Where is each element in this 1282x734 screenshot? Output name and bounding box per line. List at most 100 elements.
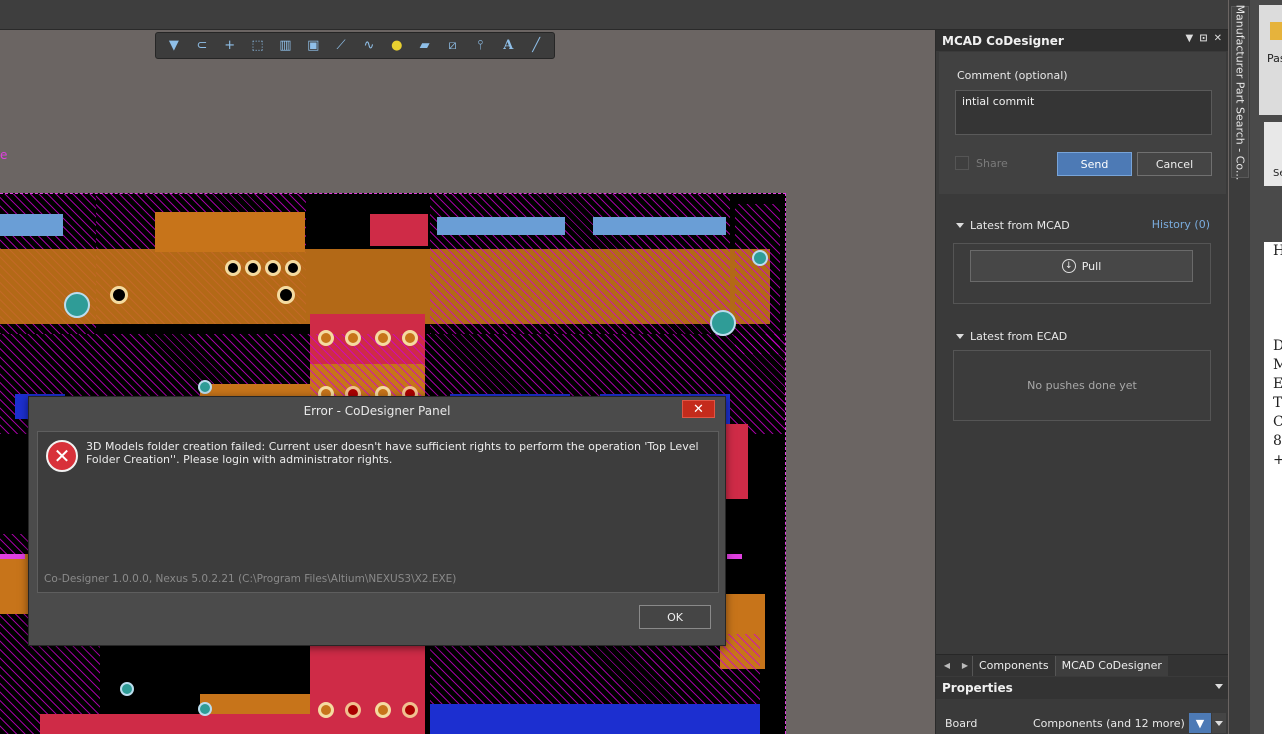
via bbox=[265, 260, 281, 276]
properties-header: Properties bbox=[936, 677, 1228, 699]
dialog-title: Error - CoDesigner Panel bbox=[303, 404, 451, 418]
latest-mcad-label: Latest from MCAD bbox=[970, 219, 1070, 232]
select-rect-icon[interactable]: ⬚ bbox=[247, 36, 269, 56]
doc-line bbox=[1264, 299, 1282, 318]
red-pad-region bbox=[40, 714, 310, 734]
mcad-box: ↓ Pull bbox=[953, 243, 1211, 304]
chevron-down-icon[interactable] bbox=[1215, 684, 1223, 689]
checkbox-icon[interactable] bbox=[955, 156, 969, 170]
pull-label: Pull bbox=[1081, 259, 1102, 273]
via bbox=[318, 702, 334, 718]
error-icon: ✕ bbox=[46, 440, 78, 472]
components-filter-label: Components (and 12 more) bbox=[1033, 717, 1185, 730]
copper-pour bbox=[155, 212, 305, 252]
via bbox=[318, 330, 334, 346]
panel-menu-icon[interactable]: ▼ bbox=[1186, 33, 1194, 44]
line-icon[interactable]: ╱ bbox=[525, 36, 547, 56]
via bbox=[345, 330, 361, 346]
panel-header: MCAD CoDesigner ▼ ⊡ ✕ bbox=[936, 30, 1228, 51]
dialog-body: ✕ 3D Models folder creation failed: Curr… bbox=[37, 431, 719, 593]
top-menu-bar bbox=[0, 0, 1228, 30]
doc-line: M bbox=[1273, 357, 1282, 373]
canvas-annotation: e bbox=[0, 148, 8, 162]
net-marker-icon[interactable]: ● bbox=[386, 36, 408, 56]
no-pushes-text: No pushes done yet bbox=[1027, 379, 1137, 392]
via bbox=[225, 260, 241, 276]
interactive-route-icon[interactable]: ∿ bbox=[358, 36, 380, 56]
chevron-down-icon[interactable] bbox=[1212, 713, 1226, 733]
close-icon[interactable]: ✕ bbox=[682, 400, 715, 418]
properties-title: Properties bbox=[942, 681, 1013, 695]
via bbox=[110, 286, 128, 304]
dialog-title-bar: Error - CoDesigner Panel ✕ bbox=[29, 397, 725, 425]
download-icon: ↓ bbox=[1061, 259, 1076, 273]
route-icon[interactable]: ⟋ bbox=[330, 36, 352, 56]
error-dialog: Error - CoDesigner Panel ✕ ✕ 3D Models f… bbox=[28, 396, 726, 646]
mounting-hole bbox=[64, 292, 90, 318]
pin-icon[interactable]: ⊡ bbox=[1199, 33, 1207, 44]
latest-mcad-header[interactable]: Latest from MCAD bbox=[956, 219, 1070, 232]
via bbox=[375, 330, 391, 346]
via bbox=[402, 702, 418, 718]
paste-label: Pas bbox=[1267, 52, 1282, 65]
via bbox=[277, 286, 295, 304]
filter-icon[interactable]: ▼ bbox=[1189, 713, 1211, 733]
tab-mcad-codesigner[interactable]: MCAD CoDesigner bbox=[1054, 655, 1168, 676]
latest-ecad-header[interactable]: Latest from ECAD bbox=[956, 330, 1067, 343]
doc-line: H bbox=[1273, 243, 1282, 259]
hatched-region bbox=[430, 194, 730, 334]
doc-line bbox=[1264, 280, 1282, 299]
error-message: 3D Models folder creation failed: Curren… bbox=[86, 440, 699, 466]
dimension-icon[interactable]: ⫯ bbox=[469, 36, 491, 56]
mounting-hole bbox=[198, 380, 212, 394]
vertical-tab-label: Manufacturer Part Search - Co... bbox=[1233, 4, 1247, 180]
panel-tab-bar: ◀ ▶ Components MCAD CoDesigner bbox=[936, 654, 1228, 676]
comment-label: Comment (optional) bbox=[957, 69, 1068, 82]
doc-line: 8 bbox=[1273, 433, 1282, 449]
se-label: Se bbox=[1273, 168, 1282, 179]
via bbox=[345, 702, 361, 718]
fill-icon[interactable]: ▰ bbox=[414, 36, 436, 56]
doc-line bbox=[1264, 318, 1282, 337]
text-icon[interactable]: A bbox=[497, 36, 519, 56]
plus-icon[interactable]: + bbox=[219, 36, 241, 56]
background-document: H D M E T C 8 + bbox=[1264, 242, 1282, 734]
history-link[interactable]: History (0) bbox=[1152, 218, 1210, 231]
pull-button[interactable]: ↓ Pull bbox=[970, 250, 1193, 282]
comment-section: Comment (optional) intial commit Share S… bbox=[939, 52, 1226, 194]
doc-line: + bbox=[1273, 452, 1282, 468]
comment-input[interactable]: intial commit bbox=[955, 90, 1212, 135]
blue-trace-region bbox=[430, 704, 760, 734]
latest-ecad-label: Latest from ECAD bbox=[970, 330, 1068, 343]
send-button[interactable]: Send bbox=[1057, 152, 1132, 176]
red-pad-region bbox=[370, 214, 428, 246]
header-connector bbox=[437, 217, 565, 235]
collapse-icon[interactable] bbox=[956, 223, 964, 228]
filter-icon[interactable]: ▼ bbox=[163, 36, 185, 56]
magnet-icon[interactable]: ⊂ bbox=[191, 36, 213, 56]
cancel-button[interactable]: Cancel bbox=[1137, 152, 1212, 176]
close-icon[interactable]: ✕ bbox=[1214, 33, 1222, 44]
version-info: Co-Designer 1.0.0.0, Nexus 5.0.2.21 (C:\… bbox=[44, 573, 457, 585]
ok-button[interactable]: OK bbox=[639, 605, 711, 629]
collapse-icon[interactable] bbox=[956, 334, 964, 339]
active-bar-toolbar: ▼ ⊂ + ⬚ ▥ ▣ ⟋ ∿ ● ▰ ⧄ ⫯ A ╱ bbox=[155, 32, 555, 59]
mounting-hole bbox=[198, 702, 212, 716]
panel-title: MCAD CoDesigner bbox=[942, 33, 1064, 48]
board-label: Board bbox=[945, 717, 978, 730]
bar-chart-icon[interactable]: ▥ bbox=[274, 36, 296, 56]
tab-components[interactable]: Components bbox=[972, 655, 1055, 676]
folder-icon bbox=[1270, 22, 1282, 40]
header-connector bbox=[0, 214, 63, 236]
header-connector bbox=[593, 217, 726, 235]
properties-panel: Properties Board Components (and 12 more… bbox=[936, 677, 1228, 734]
doc-line: T bbox=[1273, 395, 1282, 411]
share-checkbox[interactable]: Share bbox=[955, 156, 1008, 170]
tab-prev-icon[interactable]: ◀ bbox=[940, 659, 954, 673]
component-icon[interactable]: ▣ bbox=[302, 36, 324, 56]
via bbox=[285, 260, 301, 276]
polygon-icon[interactable]: ⧄ bbox=[442, 36, 464, 56]
tab-next-icon[interactable]: ▶ bbox=[958, 659, 972, 673]
doc-line bbox=[1264, 261, 1282, 280]
mounting-hole bbox=[752, 250, 768, 266]
